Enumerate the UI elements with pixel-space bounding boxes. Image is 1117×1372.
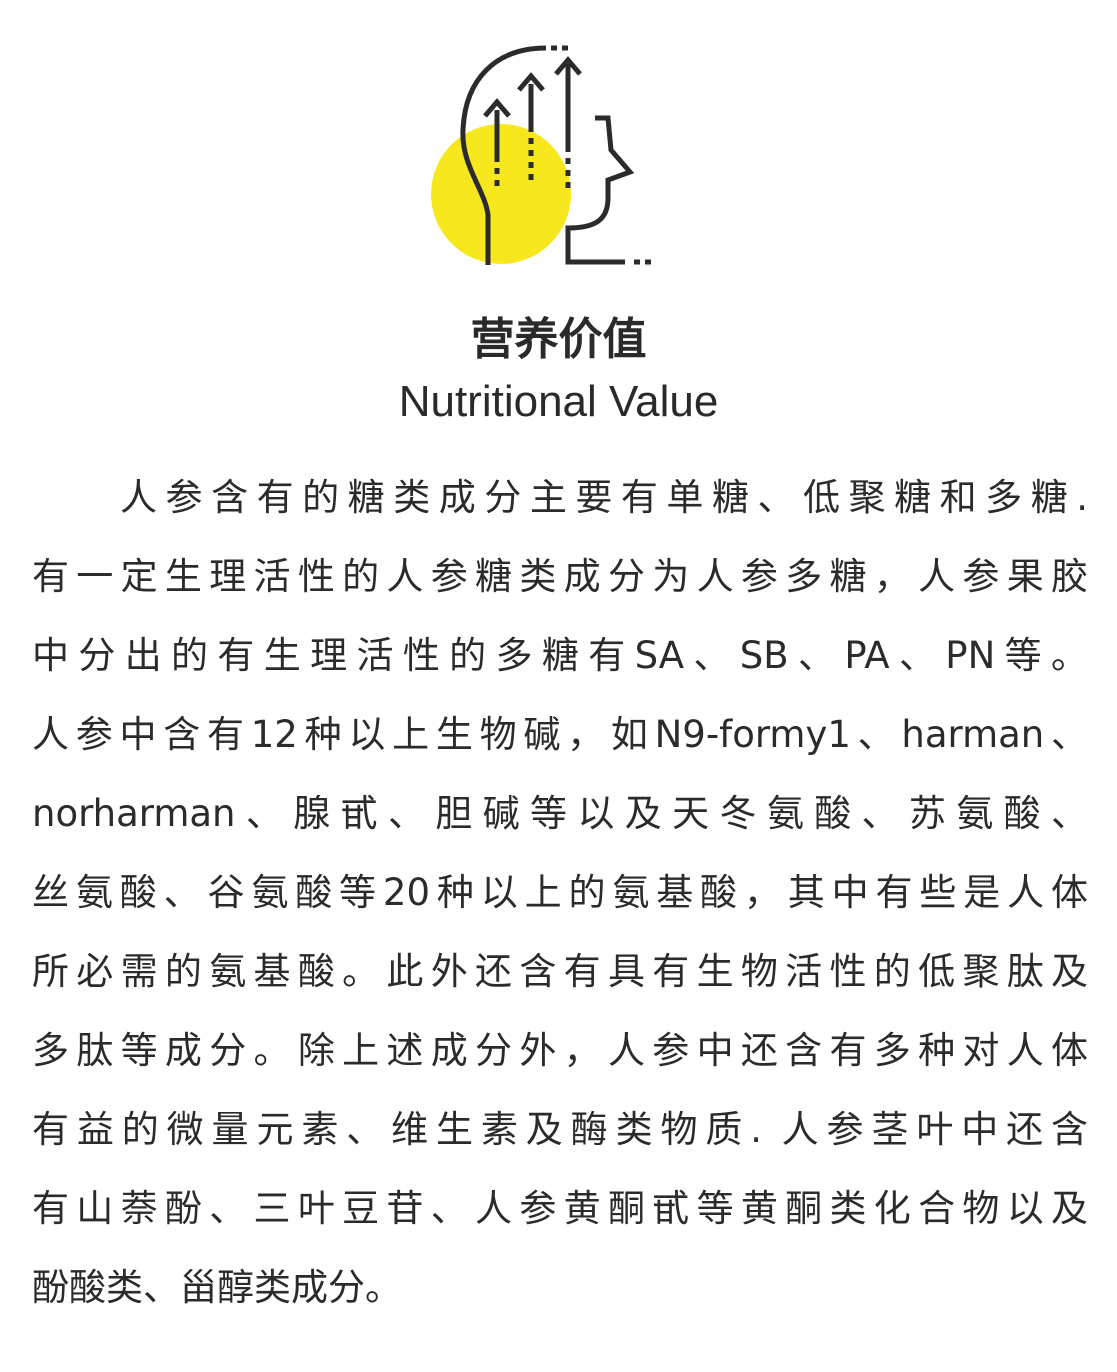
body-paragraph: 人参含有的糖类成分主要有单糖、低聚糖和多糖. 有一定生理活性的人参糖类成分为人参… [32, 458, 1088, 1327]
body-line: 丝氨酸、谷氨酸等20种以上的氨基酸，其中有些是人体 [32, 871, 1088, 914]
body-line: 有山萘酚、三叶豆苷、人参黄酮甙等黄酮类化合物以及 [32, 1187, 1088, 1230]
body-line: 人参含有的糖类成分主要有单糖、低聚糖和多糖. [120, 476, 1088, 519]
section-title: 营养价值 [470, 314, 647, 365]
section-subtitle: Nutritional Value [398, 377, 719, 426]
body-line: 有一定生理活性的人参糖类成分为人参多糖，人参果胶 [32, 555, 1088, 598]
body-line: norharman、腺甙、胆碱等以及天冬氨酸、苏氨酸、 [32, 792, 1088, 835]
body-line: 有益的微量元素、维生素及酶类物质. 人参茎叶中还含 [32, 1108, 1088, 1151]
body-line: 人参中含有12种以上生物碱，如N9-formy1、harman、 [32, 713, 1088, 756]
body-line: 多肽等成分。除上述成分外，人参中还含有多种对人体 [32, 1029, 1088, 1072]
head-with-rising-arrows-icon [431, 45, 651, 265]
body-line: 中分出的有生理活性的多糖有SA、SB、PA、PN等。 [32, 634, 1088, 677]
body-line: 酚酸类、甾醇类成分。 [32, 1266, 402, 1309]
accent-circle [431, 124, 571, 264]
body-line: 所必需的氨基酸。此外还含有具有生物活性的低聚肽及 [32, 950, 1088, 993]
face-profile-outline [565, 115, 635, 265]
